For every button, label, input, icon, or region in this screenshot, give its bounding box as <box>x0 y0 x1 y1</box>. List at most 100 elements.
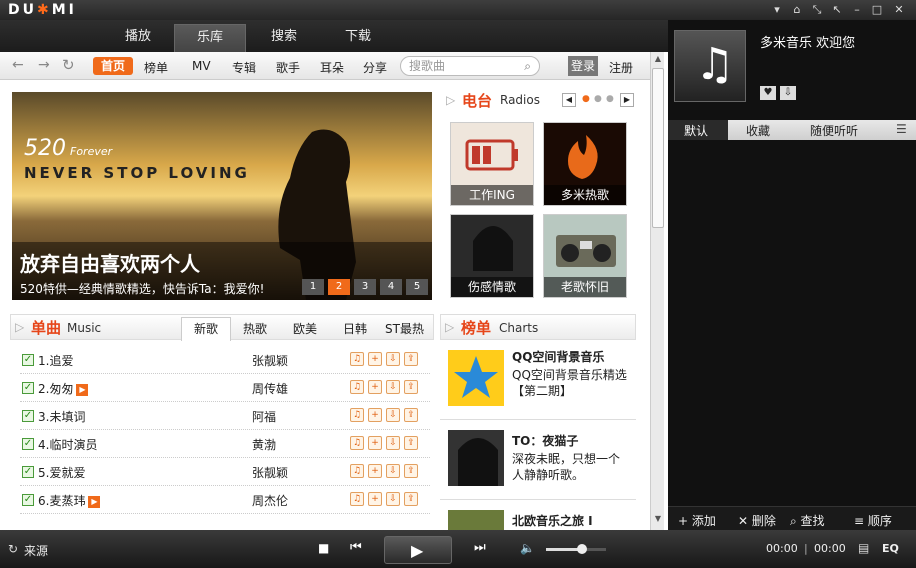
song-artist[interactable]: 张靓颖 <box>252 352 288 369</box>
listen-icon[interactable]: ♫ <box>350 380 364 394</box>
home-link[interactable]: 首页 <box>93 57 133 75</box>
song-title[interactable]: 6.麦蒸玮 ▶ <box>38 492 101 509</box>
listen-icon[interactable]: ♫ <box>350 408 364 422</box>
tab-library[interactable]: 乐库 <box>174 24 246 52</box>
add-icon[interactable]: + <box>368 408 382 422</box>
singles-tab-new[interactable]: 新歌 <box>181 317 231 341</box>
listen-icon[interactable]: ♫ <box>350 492 364 506</box>
song-checkbox[interactable]: ✓ <box>22 494 34 506</box>
song-row[interactable]: ✓ 3.未填词 阿福 ♫ + ⇩ ⇪ <box>20 402 430 430</box>
mini-mode-icon[interactable]: ⤡ <box>810 3 824 17</box>
download-icon[interactable]: ⇩ <box>386 352 400 366</box>
link-rankings[interactable]: 榜单 <box>144 59 168 76</box>
song-row[interactable]: ✓ 1.追爱 张靓颖 ♫ + ⇩ ⇪ <box>20 346 430 374</box>
song-title[interactable]: 2.匆匆 ▶ <box>38 380 89 397</box>
song-checkbox[interactable]: ✓ <box>22 410 34 422</box>
volume-slider[interactable] <box>546 544 606 554</box>
singles-tab-jpkr[interactable]: 日韩 <box>343 320 367 337</box>
maximize-icon[interactable]: □ <box>870 3 884 17</box>
share-icon[interactable]: ⇪ <box>404 464 418 478</box>
order-button[interactable]: ≡ 顺序 <box>854 512 892 529</box>
chart-item-title[interactable]: QQ空间背景音乐 <box>512 348 604 365</box>
banner-page-3[interactable]: 3 <box>354 279 376 295</box>
tab-play[interactable]: 播放 <box>102 24 174 52</box>
next-icon[interactable]: ⏭ <box>474 540 486 555</box>
radio-tile-sad[interactable]: 伤感情歌 <box>450 214 534 298</box>
add-icon[interactable]: + <box>368 352 382 366</box>
content-scrollbar[interactable]: ▲ ▼ <box>650 52 664 530</box>
source-label[interactable]: 来源 <box>24 542 48 559</box>
radio-tile-oldies[interactable]: 老歌怀旧 <box>543 214 627 298</box>
radio-tile-hot[interactable]: 多米热歌 <box>543 122 627 206</box>
chart-item-title[interactable]: TO：夜猫子 <box>512 432 578 449</box>
listen-icon[interactable]: ♫ <box>350 464 364 478</box>
add-icon[interactable]: + <box>368 464 382 478</box>
mv-icon[interactable]: ▶ <box>76 383 89 396</box>
share-icon[interactable]: ⇪ <box>404 408 418 422</box>
radio-prev-button[interactable]: ◀ <box>562 93 576 107</box>
song-title[interactable]: 4.临时演员 <box>38 436 97 453</box>
song-row[interactable]: ✓ 5.爱就爱 张靓颖 ♫ + ⇩ ⇪ <box>20 458 430 486</box>
stop-icon[interactable]: ■ <box>318 541 329 555</box>
radio-dot-3[interactable]: ● <box>606 94 614 104</box>
chart-item-title[interactable]: 北欧音乐之旅 I <box>512 512 593 529</box>
download-icon[interactable]: ⇩ <box>386 408 400 422</box>
download-icon[interactable]: ⇩ <box>386 380 400 394</box>
scroll-thumb[interactable] <box>652 68 664 228</box>
skin-icon[interactable]: ⌂ <box>790 3 804 17</box>
chart-item[interactable]: TO：夜猫子 深夜未眠，只想一个 人静静听歌。 <box>440 422 636 500</box>
link-ears[interactable]: 耳朵 <box>320 59 344 76</box>
download-icon[interactable]: ⇩ <box>386 492 400 506</box>
song-row[interactable]: ✓ 6.麦蒸玮 ▶ 周杰伦 ♫ + ⇩ ⇪ <box>20 486 430 514</box>
link-share[interactable]: 分享 <box>363 59 387 76</box>
share-icon[interactable]: ⇪ <box>404 492 418 506</box>
menu-icon[interactable]: ▾ <box>770 3 784 17</box>
scroll-down-icon[interactable]: ▼ <box>652 514 664 526</box>
banner-page-5[interactable]: 5 <box>406 279 428 295</box>
play-button[interactable]: ▶ <box>384 536 452 564</box>
banner-page-2[interactable]: 2 <box>328 279 350 295</box>
download-icon[interactable]: ⇩ <box>386 464 400 478</box>
radio-tile-work[interactable]: 工作ING <box>450 122 534 206</box>
song-row[interactable]: ✓ 4.临时演员 黄渤 ♫ + ⇩ ⇪ <box>20 430 430 458</box>
back-icon[interactable]: ← <box>12 57 24 73</box>
link-albums[interactable]: 专辑 <box>232 59 256 76</box>
search-input[interactable]: 搜歌曲 ⌕ <box>400 56 540 76</box>
listen-icon[interactable]: ♫ <box>350 352 364 366</box>
share-icon[interactable]: ⇪ <box>404 380 418 394</box>
tab-random[interactable]: 随便听听 <box>810 122 858 139</box>
link-artists[interactable]: 歌手 <box>276 59 300 76</box>
tab-search[interactable]: 搜索 <box>248 24 320 52</box>
add-icon[interactable]: + <box>368 436 382 450</box>
song-title[interactable]: 1.追爱 <box>38 352 73 369</box>
eq-button[interactable]: EQ <box>882 542 899 555</box>
tab-favorites[interactable]: 收藏 <box>746 122 770 139</box>
download-icon[interactable]: ⇩ <box>386 436 400 450</box>
mv-icon[interactable]: ▶ <box>88 495 101 508</box>
register-link[interactable]: 注册 <box>609 59 633 76</box>
song-artist[interactable]: 黄渤 <box>252 436 276 453</box>
song-checkbox[interactable]: ✓ <box>22 354 34 366</box>
share-icon[interactable]: ⇪ <box>404 436 418 450</box>
compact-icon[interactable]: ↖ <box>830 3 844 17</box>
add-icon[interactable]: + <box>368 380 382 394</box>
delete-button[interactable]: ✕ 删除 <box>738 512 776 529</box>
add-button[interactable]: + 添加 <box>678 512 716 529</box>
chart-item[interactable]: QQ空间背景音乐 QQ空间背景音乐精选 【第二期】 <box>440 342 636 420</box>
refresh-icon[interactable]: ↻ <box>62 56 75 74</box>
scroll-up-icon[interactable]: ▲ <box>652 54 664 66</box>
chart-item[interactable]: 北欧音乐之旅 I <box>440 502 636 530</box>
lyrics-icon[interactable]: ▤ <box>858 541 869 555</box>
listen-icon[interactable]: ♫ <box>350 436 364 450</box>
minimize-icon[interactable]: – <box>850 3 864 17</box>
heart-icon[interactable]: ♥ <box>760 86 776 100</box>
banner-page-1[interactable]: 1 <box>302 279 324 295</box>
singles-tab-hot[interactable]: 热歌 <box>243 320 267 337</box>
radio-dot-2[interactable]: ● <box>594 94 602 104</box>
previous-icon[interactable]: ⏮ <box>350 540 362 555</box>
forward-icon[interactable]: → <box>38 57 50 73</box>
banner-page-4[interactable]: 4 <box>380 279 402 295</box>
login-button[interactable]: 登录 <box>568 56 598 76</box>
singles-tab-st[interactable]: ST最热 <box>385 320 424 337</box>
search-icon[interactable]: ⌕ <box>524 57 531 75</box>
